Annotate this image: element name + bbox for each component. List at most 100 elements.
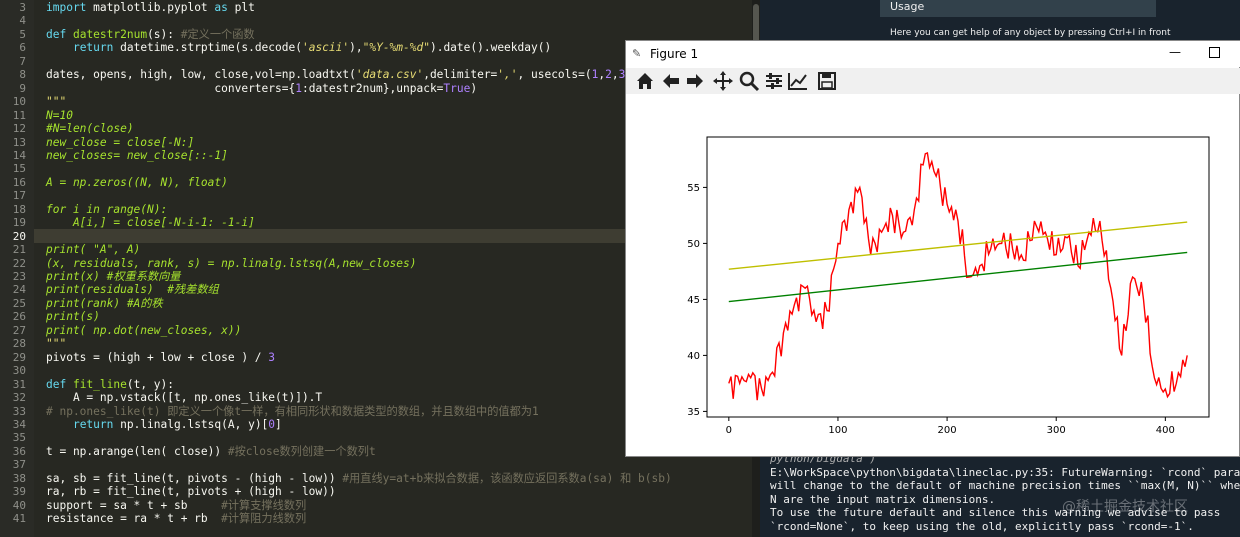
x-tick-label: 300 — [1047, 425, 1066, 436]
line-number: 11 — [12, 108, 26, 122]
code-line[interactable]: pivots = (high + low + close ) / 3 — [46, 351, 275, 364]
line-number: 34 — [12, 417, 26, 431]
line-number: 24 — [12, 283, 26, 297]
line-number: 22 — [12, 256, 26, 270]
figure-title: Figure 1 — [650, 47, 699, 61]
code-line[interactable]: print(x) #权重系数向量 — [46, 270, 180, 283]
help-panel-text: Here you can get help of any object by p… — [890, 28, 1171, 38]
line-number: 25 — [12, 296, 26, 310]
code-line[interactable]: A = np.zeros((N, N), float) — [46, 176, 228, 189]
plot-canvas[interactable]: 0 100 200 300 400 35 40 45 50 55 — [626, 95, 1239, 457]
line-number: 14 — [12, 148, 26, 162]
x-tick-label: 400 — [1156, 425, 1175, 436]
code-line[interactable]: (x, residuals, rank, s) = np.linalg.lsts… — [46, 257, 416, 270]
console-line: will change to the default of machine pr… — [770, 479, 1240, 492]
code-line[interactable]: print(residuals) #残差数组 — [46, 283, 219, 296]
code-line[interactable]: """ — [46, 337, 66, 350]
x-tick-label: 100 — [828, 425, 847, 436]
zoom-icon[interactable] — [738, 70, 760, 92]
edit-axis-icon[interactable] — [787, 70, 809, 92]
matplotlib-figure-window[interactable]: ✎ Figure 1 — 0 100 200 300 400 35 40 45 50 55 — [625, 40, 1240, 457]
line-number: 19 — [12, 216, 26, 230]
line-number: 29 — [12, 350, 26, 364]
home-icon[interactable] — [634, 70, 656, 92]
line-number: 40 — [12, 498, 26, 512]
line-number: 3 — [19, 1, 26, 14]
line-number: 28 — [12, 337, 26, 351]
watermark: @稀土掘金技术社区 — [1062, 499, 1188, 515]
scrollbar-thumb[interactable] — [753, 4, 759, 44]
figure-app-icon: ✎ — [632, 47, 642, 60]
code-line[interactable]: def datestr2num(s): #定义一个函数 — [46, 28, 255, 41]
code-line[interactable]: #N=len(close) — [46, 122, 134, 135]
line-number-gutter: 3 4 5 6 7 8 9 10 11 12 13 14 15 16 17 18 19 20 21 22 23 24 25 2… — [0, 0, 34, 537]
help-panel: Usage Here you can get help of any objec… — [880, 0, 1170, 42]
line-number: 8 — [19, 68, 26, 82]
code-line[interactable]: converters={1:datestr2num},unpack=True) — [46, 82, 477, 95]
code-line[interactable]: A = np.vstack([t, np.ones_like(t)]).T — [46, 391, 322, 404]
y-tick-label: 50 — [687, 239, 700, 250]
code-line[interactable]: return np.linalg.lstsq(A, y)[0] — [46, 418, 282, 431]
code-line[interactable]: N=10 — [46, 109, 73, 122]
console-line: E:\WorkSpace\python\bigdata\lineclac.py:… — [770, 465, 1240, 479]
code-line[interactable]: import matplotlib.pyplot as plt — [46, 1, 255, 14]
y-tick-label: 35 — [687, 407, 700, 418]
figure-titlebar[interactable]: ✎ Figure 1 — — [626, 41, 1240, 67]
line-number: 16 — [12, 175, 26, 189]
line-number: 17 — [12, 189, 26, 203]
code-line[interactable]: new_close = close[-N:] — [46, 136, 194, 149]
line-number: 26 — [12, 310, 26, 324]
code-line[interactable]: A[i,] = close[-N-i-1: -1-i] — [46, 216, 255, 229]
code-line[interactable]: print( "A", A) — [46, 243, 140, 256]
ipython-console[interactable]: python/bigdata') E:\WorkSpace\python\bigd… — [770, 452, 1240, 537]
code-line[interactable]: # np.ones_like(t) 即定义一个像t一样，有相同形状和数据类型的数… — [46, 405, 539, 418]
code-line[interactable]: support = sa * t + sb #计算支撑线数列 — [46, 499, 306, 512]
line-number: 39 — [12, 485, 26, 499]
line-number: 41 — [12, 512, 26, 526]
y-tick-label: 45 — [687, 295, 700, 306]
y-tick-label: 55 — [687, 183, 700, 194]
line-number: 6 — [19, 41, 26, 55]
code-line[interactable]: for i in range(N): — [46, 203, 167, 216]
line-number: 30 — [12, 364, 26, 378]
line-number: 36 — [12, 444, 26, 458]
line-number: 18 — [12, 202, 26, 216]
code-line[interactable]: """ — [46, 95, 66, 108]
code-line[interactable]: ra, rb = fit_line(t, pivots + (high - lo… — [46, 485, 336, 498]
line-number: 23 — [12, 270, 26, 283]
code-line[interactable]: def fit_line(t, y): — [46, 378, 174, 391]
figure-toolbar — [626, 68, 1240, 94]
code-line[interactable]: dates, opens, high, low, close,vol=np.lo… — [46, 68, 679, 81]
code-line[interactable]: t = np.arange(len( close)) #按close数列创建一个… — [46, 445, 376, 458]
code-line[interactable]: new_closes= new_close[::-1] — [46, 149, 228, 162]
console-line: `rcond=None`, to keep using the old, exp… — [770, 519, 1194, 533]
line-number: 27 — [12, 323, 26, 337]
save-icon[interactable] — [816, 70, 838, 92]
line-number: 4 — [19, 14, 26, 28]
code-line[interactable]: return datetime.strptime(s.decode('ascii… — [46, 41, 551, 54]
maximize-button[interactable] — [1209, 47, 1220, 58]
code-line[interactable]: resistance = ra * t + rb #计算阻力线数列 — [46, 512, 306, 525]
code-line[interactable]: print(s) — [46, 310, 100, 323]
code-line[interactable]: sa, sb = fit_line(t, pivots - (high - lo… — [46, 472, 672, 485]
line-number: 31 — [12, 377, 26, 391]
back-icon[interactable] — [660, 70, 682, 92]
help-panel-title: Usage — [880, 0, 1156, 17]
resistance-line — [728, 221, 1188, 270]
code-line[interactable]: print( np.dot(new_closes, x)) — [46, 324, 241, 337]
configure-subplots-icon[interactable] — [763, 70, 785, 92]
line-number: 12 — [12, 122, 26, 136]
line-number: 9 — [19, 81, 26, 95]
line-number: 13 — [12, 135, 26, 149]
code-line[interactable]: print(rank) #A的秩 — [46, 297, 163, 310]
line-number: 21 — [12, 243, 26, 257]
pan-icon[interactable] — [712, 70, 734, 92]
support-line — [728, 251, 1188, 303]
line-number: 37 — [12, 458, 26, 472]
line-number: 10 — [12, 95, 26, 109]
minimize-button[interactable]: — — [1167, 45, 1183, 61]
line-number: 35 — [12, 431, 26, 445]
line-number: 33 — [12, 404, 26, 418]
x-tick-label: 200 — [938, 425, 957, 436]
forward-icon[interactable] — [684, 70, 706, 92]
